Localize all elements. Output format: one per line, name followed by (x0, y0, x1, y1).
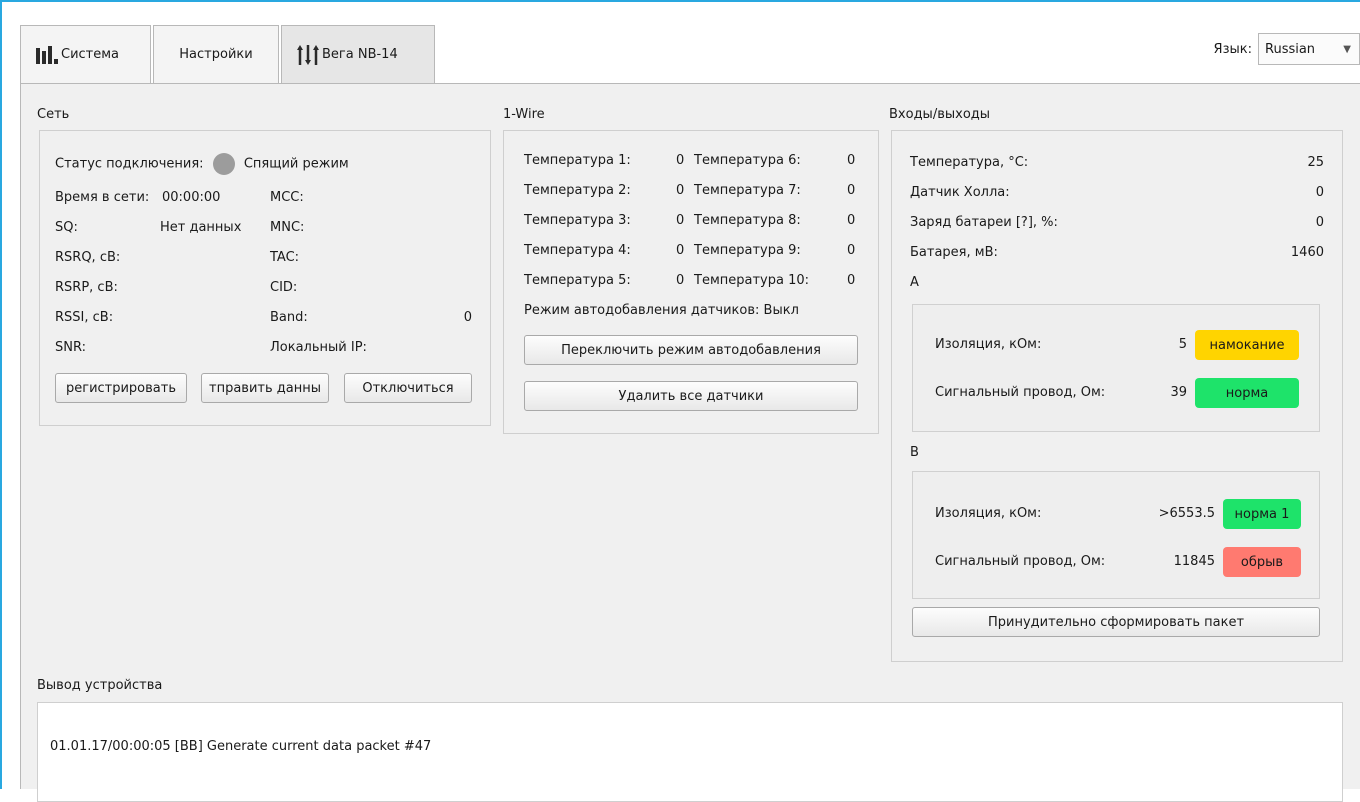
auto-mode-value: Выкл (763, 303, 799, 318)
network-title: Сеть (37, 107, 70, 122)
temperature-label: Температура 2: (524, 183, 631, 198)
channel-a-title: A (910, 275, 919, 290)
chevron-down-icon: ▼ (1343, 44, 1351, 55)
network-field-label: RSRP, сB: (55, 280, 118, 295)
temperature-label: Температура 9: (694, 243, 801, 258)
insulation-label: Изоляция, кОм: (935, 337, 1042, 352)
temperature-value: 0 (847, 243, 856, 258)
temperature-value: 0 (847, 153, 856, 168)
delete-all-sensors-button[interactable]: Удалить все датчики (524, 381, 858, 411)
network-field-label: Band: (270, 310, 308, 325)
channel-b-title: B (910, 445, 919, 460)
disconnect-button[interactable]: Отключиться (344, 373, 472, 403)
channel-b-group: Изоляция, кОм: >6553.5 норма 1 Сигнальны… (912, 471, 1320, 599)
network-field-value: 00:00:00 (162, 190, 221, 205)
temperature-label: Температура 7: (694, 183, 801, 198)
io-group: Температура, °С: 25 Датчик Холла: 0 Заря… (891, 130, 1343, 662)
temperature-value: 0 (847, 213, 856, 228)
device-output-log[interactable]: 01.01.17/00:00:05 [BB] Generate current … (37, 702, 1343, 802)
language-label: Язык: (1213, 41, 1252, 57)
io-field-value: 0 (1315, 185, 1324, 200)
temperature-label: Температура 5: (524, 273, 631, 288)
wire-label: Сигнальный провод, Ом: (935, 554, 1106, 569)
tab-system[interactable]: Система (20, 25, 151, 83)
temperature-value: 0 (847, 273, 856, 288)
wire-status-badge: норма (1195, 378, 1299, 408)
language-selector: Язык: Russian ▼ (1214, 33, 1360, 65)
force-packet-button[interactable]: Принудительно сформировать пакет (912, 607, 1320, 637)
io-field-label: Батарея, мВ: (910, 245, 998, 260)
network-group: Статус подключения: Спящий режим Время в… (39, 130, 491, 426)
register-button[interactable]: регистрировать (55, 373, 187, 403)
wire-label: Сигнальный провод, Ом: (935, 385, 1106, 400)
temperature-label: Температура 10: (694, 273, 810, 288)
status-indicator-icon (212, 153, 235, 175)
temperature-label: Температура 8: (694, 213, 801, 228)
network-field-label: SNR: (55, 340, 86, 355)
channel-a-group: Изоляция, кОм: 5 намокание Сигнальный пр… (912, 304, 1320, 432)
temperature-label: Температура 6: (694, 153, 801, 168)
tab-device-label: Вега NB-14 (322, 47, 398, 62)
network-field-label: RSSI, сB: (55, 310, 114, 325)
temperature-value: 0 (847, 183, 856, 198)
temperature-value: 0 (676, 273, 685, 288)
network-field-label: MNC: (270, 220, 305, 235)
io-field-value: 0 (1315, 215, 1324, 230)
network-field-value: Нет данных (160, 220, 242, 235)
bar-chart-icon (36, 45, 58, 64)
connection-status-label: Статус подключения: (55, 156, 204, 172)
tab-system-label: Система (61, 47, 120, 62)
temperature-label: Температура 3: (524, 213, 631, 228)
network-field-label: TAC: (270, 250, 300, 265)
network-field-label: CID: (270, 280, 298, 295)
temperature-value: 0 (676, 213, 685, 228)
network-field-label: Локальный IP: (270, 340, 367, 355)
onewire-title: 1-Wire (503, 107, 545, 122)
io-field-value: 25 (1307, 155, 1324, 170)
temperature-label: Температура 4: (524, 243, 631, 258)
io-field-label: Температура, °С: (910, 155, 1029, 170)
auto-mode-status: Режим автодобавления датчиков: Выкл (524, 303, 799, 318)
io-field-label: Датчик Холла: (910, 185, 1010, 200)
connection-status: Статус подключения: Спящий режим (55, 153, 349, 175)
temperature-value: 0 (676, 183, 685, 198)
io-title: Входы/выходы (889, 107, 991, 122)
toggle-auto-mode-button[interactable]: Переключить режим автодобавления (524, 335, 858, 365)
wire-status-badge: обрыв (1223, 547, 1301, 577)
tab-bar: Система Настройки Вега NB-14 (20, 25, 437, 83)
main-panel: Сеть Статус подключения: Спящий режим Вр… (20, 83, 1360, 802)
onewire-group: Температура 1: 0 Температура 2: 0 Темпер… (503, 130, 879, 434)
insulation-status-badge: норма 1 (1223, 499, 1301, 529)
log-line: 01.01.17/00:00:05 [BB] Generate current … (50, 739, 432, 754)
send-data-button[interactable]: тправить данны (201, 373, 329, 403)
io-field-value: 1460 (1290, 245, 1324, 260)
insulation-label: Изоляция, кОм: (935, 506, 1042, 521)
insulation-value: >6553.5 (1158, 506, 1215, 521)
language-value: Russian (1265, 41, 1316, 57)
network-field-label: Время в сети: (55, 190, 150, 205)
temperature-value: 0 (676, 243, 685, 258)
network-field-value: 0 (463, 310, 472, 325)
wire-value: 11845 (1173, 554, 1215, 569)
network-field-label: MCC: (270, 190, 304, 205)
auto-mode-label: Режим автодобавления датчиков: (524, 303, 760, 318)
insulation-status-badge: намокание (1195, 330, 1299, 360)
tab-settings[interactable]: Настройки (153, 25, 279, 83)
temperature-label: Температура 1: (524, 153, 631, 168)
sliders-icon (297, 44, 319, 65)
temperature-value: 0 (676, 153, 685, 168)
connection-status-value: Спящий режим (243, 156, 349, 172)
tab-device[interactable]: Вега NB-14 (281, 25, 435, 83)
language-dropdown[interactable]: Russian ▼ (1258, 33, 1360, 65)
device-output-title: Вывод устройства (37, 678, 163, 693)
wire-value: 39 (1170, 385, 1187, 400)
network-field-label: SQ: (55, 220, 78, 235)
insulation-value: 5 (1178, 337, 1187, 352)
tab-settings-label: Настройки (179, 47, 253, 62)
io-field-label: Заряд батареи [?], %: (910, 215, 1058, 230)
network-field-label: RSRQ, сB: (55, 250, 121, 265)
